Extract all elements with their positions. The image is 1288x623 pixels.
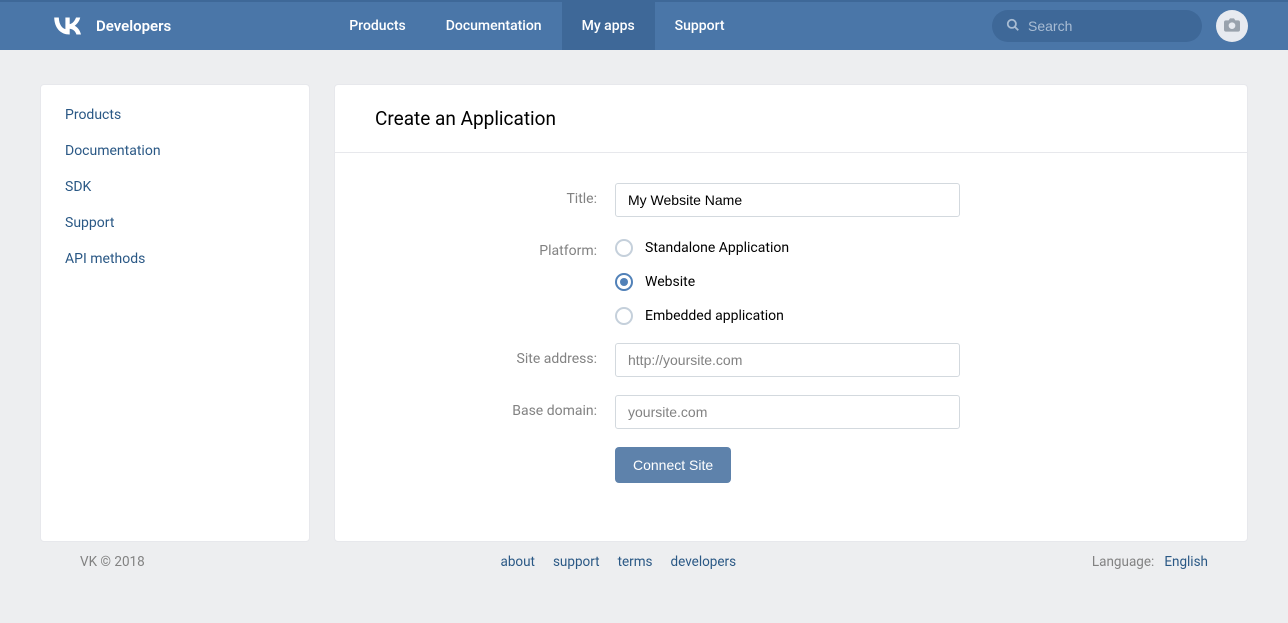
footer: VK © 2018 about support terms developers…	[40, 542, 1248, 570]
top-nav: Products Documentation My apps Support	[329, 2, 744, 50]
language-value[interactable]: English	[1164, 554, 1208, 570]
language-switcher[interactable]: Language: English	[1092, 554, 1208, 570]
title-input[interactable]	[615, 183, 960, 217]
page-title: Create an Application	[335, 85, 1247, 153]
radio-icon	[615, 239, 633, 257]
sidebar-item-support[interactable]: Support	[41, 205, 309, 241]
nav-products[interactable]: Products	[329, 2, 426, 50]
base-domain-input[interactable]	[615, 395, 960, 429]
footer-link-support[interactable]: support	[553, 554, 600, 570]
sidebar-item-sdk[interactable]: SDK	[41, 169, 309, 205]
copyright: VK © 2018	[80, 554, 145, 570]
search-input[interactable]	[1028, 18, 1188, 34]
brand[interactable]: Developers	[50, 13, 171, 39]
brand-name: Developers	[96, 17, 171, 35]
sidebar-item-documentation[interactable]: Documentation	[41, 133, 309, 169]
radio-standalone[interactable]: Standalone Application	[615, 239, 960, 257]
site-address-label: Site address:	[375, 343, 615, 367]
footer-link-about[interactable]: about	[500, 554, 534, 570]
camera-icon	[1224, 17, 1240, 36]
site-address-input[interactable]	[615, 343, 960, 377]
platform-label: Platform:	[375, 235, 615, 259]
platform-radio-group: Standalone Application Website Embedded …	[615, 235, 960, 325]
sidebar-item-api-methods[interactable]: API methods	[41, 241, 309, 277]
search-icon	[1006, 17, 1020, 36]
sidebar: Products Documentation SDK Support API m…	[40, 84, 310, 542]
radio-label: Standalone Application	[645, 240, 789, 256]
main-panel: Create an Application Title: Platform: S…	[334, 84, 1248, 542]
radio-icon	[615, 273, 633, 291]
vk-logo-icon	[50, 13, 86, 39]
radio-embedded[interactable]: Embedded application	[615, 307, 960, 325]
nav-documentation[interactable]: Documentation	[426, 2, 562, 50]
base-domain-label: Base domain:	[375, 395, 615, 419]
nav-my-apps[interactable]: My apps	[562, 2, 655, 50]
radio-label: Embedded application	[645, 308, 784, 324]
language-label: Language:	[1092, 554, 1154, 570]
radio-icon	[615, 307, 633, 325]
radio-website[interactable]: Website	[615, 273, 960, 291]
sidebar-item-products[interactable]: Products	[41, 97, 309, 133]
title-label: Title:	[375, 183, 615, 207]
camera-button[interactable]	[1216, 10, 1248, 42]
footer-link-terms[interactable]: terms	[618, 554, 653, 570]
nav-support[interactable]: Support	[655, 2, 745, 50]
search-box[interactable]	[992, 10, 1202, 42]
radio-label: Website	[645, 274, 695, 290]
footer-link-developers[interactable]: developers	[671, 554, 737, 570]
create-app-form: Title: Platform: Standalone Application	[335, 153, 1247, 541]
topbar: Developers Products Documentation My app…	[0, 0, 1288, 50]
footer-links: about support terms developers	[145, 554, 1092, 570]
connect-site-button[interactable]: Connect Site	[615, 447, 731, 483]
